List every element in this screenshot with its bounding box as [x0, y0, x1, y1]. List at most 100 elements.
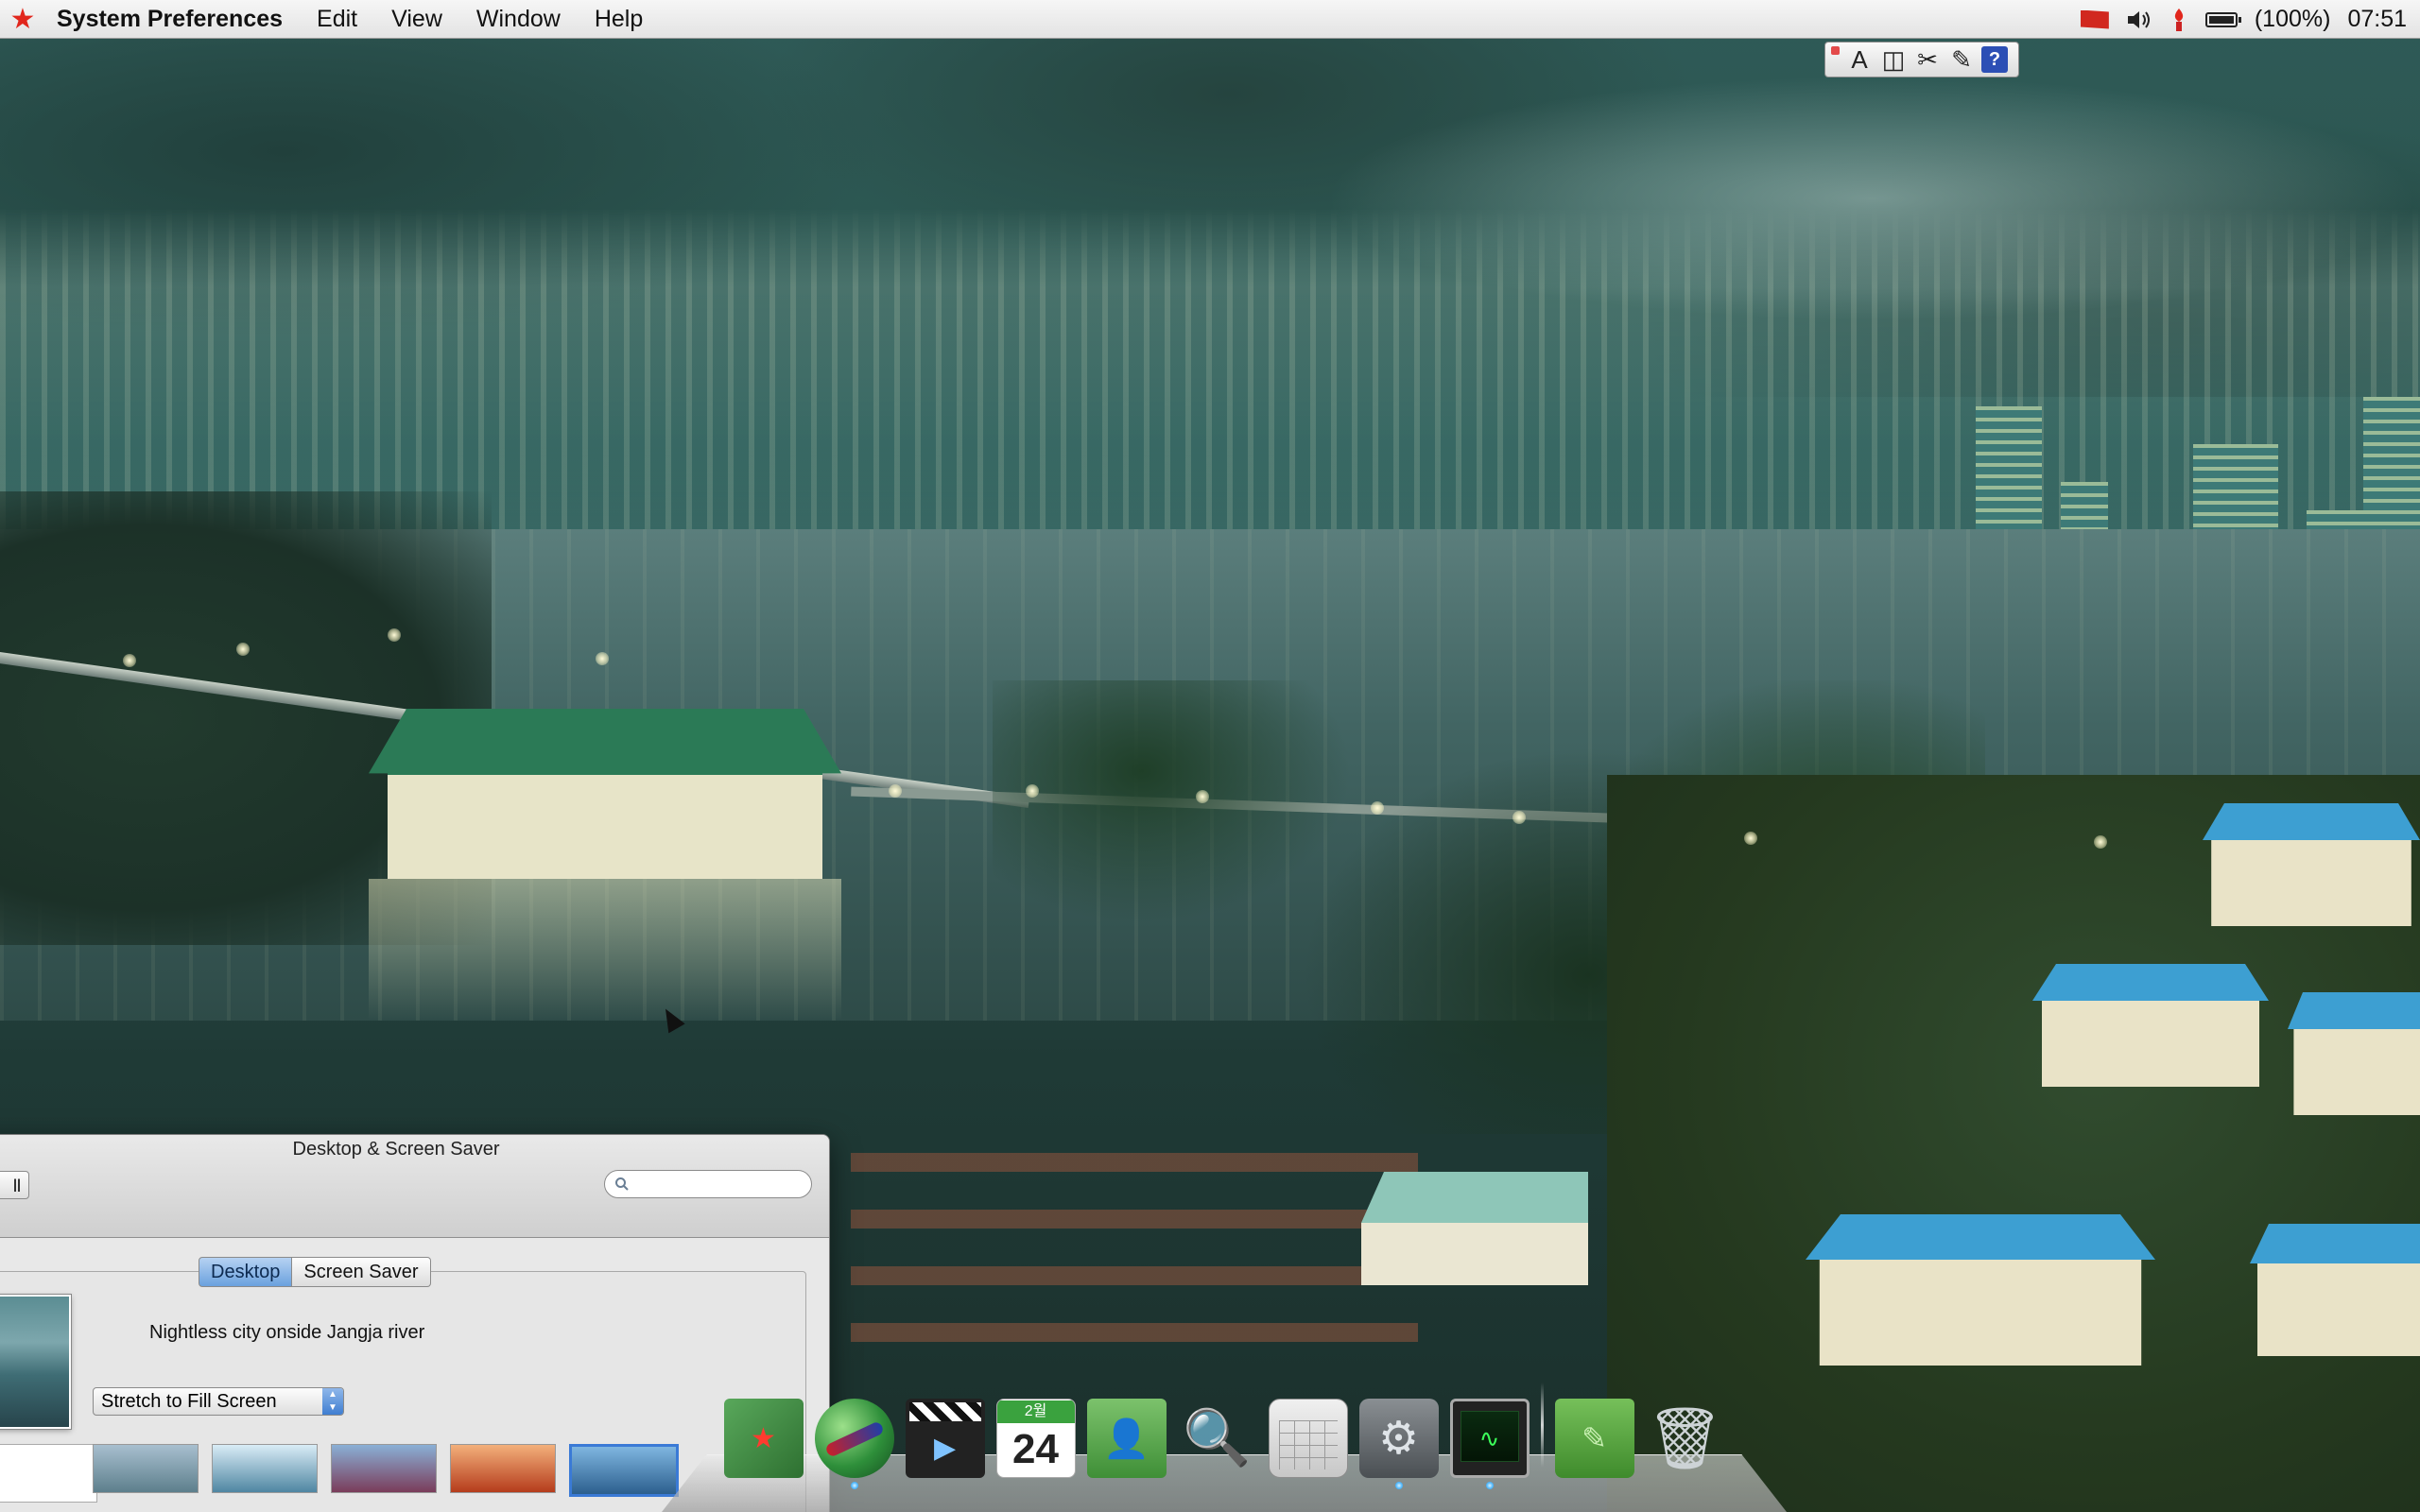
window-titlebar[interactable]: Desktop & Screen Saver ll	[0, 1135, 829, 1238]
current-picture-preview	[0, 1295, 71, 1429]
star-menu-icon[interactable]: ★	[0, 0, 45, 39]
wallpaper-pavilion-reflection	[369, 879, 841, 1021]
flag-shape	[2080, 9, 2109, 29]
dock-item-book[interactable]: ★	[723, 1387, 804, 1478]
show-all-button[interactable]: ll	[0, 1171, 29, 1199]
wallpaper-lamp	[236, 643, 250, 656]
palette-close-icon[interactable]	[1831, 46, 1840, 55]
wallpaper-lamp	[1371, 801, 1384, 815]
dock-items: ★ ▶ 2월 24 👤 🔍 ⚙ ∿ ✎ 🗑	[681, 1372, 1768, 1489]
menu-help[interactable]: Help	[578, 0, 660, 39]
wallpaper-house	[2288, 992, 2420, 1115]
search-icon	[615, 1177, 629, 1191]
wallpaper-lamp	[2094, 835, 2107, 849]
menu-bar: ★ System Preferences Edit View Window He…	[0, 0, 2420, 39]
menu-app-name[interactable]: System Preferences	[45, 0, 300, 39]
tab-group: Desktop Screen Saver	[199, 1257, 431, 1287]
torch-icon[interactable]	[2169, 7, 2188, 33]
folder-icon: ✎	[1554, 1399, 1634, 1478]
tab-screen-saver[interactable]: Screen Saver	[292, 1257, 431, 1287]
dock-separator	[1540, 1383, 1544, 1468]
trash-glyph: 🗑	[1646, 1403, 1724, 1472]
speaker-icon[interactable]	[2126, 9, 2152, 31]
menu-window[interactable]: Window	[459, 0, 578, 39]
picture-thumbnail[interactable]	[93, 1444, 199, 1493]
picture-thumbnail[interactable]	[450, 1444, 556, 1493]
play-glyph: ▶	[933, 1432, 957, 1464]
battery-icon[interactable]	[2204, 11, 2241, 27]
wallpaper-lamp	[596, 652, 609, 665]
dock-item-documents[interactable]: ✎	[1554, 1387, 1634, 1478]
wallpaper-lamp	[1512, 811, 1526, 824]
torch-glyph	[2174, 8, 2183, 31]
picture-thumbnail[interactable]	[212, 1444, 318, 1493]
star-glyph: ★	[751, 1422, 776, 1454]
menu-edit[interactable]: Edit	[300, 0, 374, 39]
character-icon[interactable]: ✂	[1913, 45, 1942, 74]
menubar-clock[interactable]: 07:51	[2347, 6, 2407, 33]
wallpaper-lamp	[889, 784, 902, 798]
dock-item-browser[interactable]	[814, 1387, 894, 1489]
dock-item-activity-monitor[interactable]: ∿	[1449, 1387, 1530, 1489]
globe-icon	[814, 1399, 894, 1478]
clapperboard-icon: ▶	[905, 1399, 985, 1478]
help-icon[interactable]: ?	[1981, 46, 2008, 73]
picture-thumbnail[interactable]	[331, 1444, 437, 1493]
fit-select-value: Stretch to Fill Screen	[101, 1390, 277, 1412]
running-indicator	[1394, 1482, 1403, 1489]
tools-icon[interactable]: ✎	[1947, 45, 1976, 74]
address-book-icon: 👤	[1086, 1399, 1167, 1478]
wallpaper-mist	[1323, 76, 2420, 321]
calendar-day: 24	[1012, 1426, 1059, 1472]
search-input[interactable]	[635, 1173, 800, 1195]
red-star-book-icon: ★	[723, 1399, 804, 1478]
wallpaper-lamp	[388, 628, 401, 642]
battery-shape	[2204, 11, 2241, 27]
speaker-glyph	[2127, 10, 2150, 28]
battery-percentage: (100%)	[2254, 6, 2331, 32]
wallpaper-docks	[851, 1153, 1418, 1361]
activity-monitor-icon: ∿	[1449, 1399, 1530, 1478]
pen-glyph: ✎	[1582, 1421, 1607, 1455]
wallpaper-house	[2032, 964, 2269, 1087]
wallpaper-house	[2250, 1224, 2420, 1356]
menu-view[interactable]: View	[374, 0, 459, 39]
fit-screen-select[interactable]: Stretch to Fill Screen ▲ ▼	[93, 1387, 344, 1416]
dock-item-trash[interactable]: 🗑	[1646, 1387, 1725, 1478]
calendar-month: 2월	[996, 1400, 1075, 1423]
tab-desktop[interactable]: Desktop	[199, 1257, 293, 1287]
search-field[interactable]	[604, 1170, 812, 1198]
status-area: (100%) 07:51	[2080, 0, 2407, 39]
window-title: Desktop & Screen Saver	[292, 1139, 500, 1160]
running-indicator	[1485, 1482, 1494, 1489]
magnifier-glyph: 🔍	[1183, 1407, 1252, 1469]
gear-tools-icon: ⚙	[1358, 1399, 1439, 1478]
dprk-flag-icon[interactable]	[2080, 9, 2109, 29]
running-indicator	[850, 1482, 858, 1489]
graph-glyph: ∿	[1478, 1423, 1500, 1452]
calendar-icon: 2월 24	[995, 1399, 1076, 1478]
dock-item-calculator[interactable]	[1268, 1387, 1348, 1478]
wallpaper-lamp	[1744, 832, 1757, 845]
wallpaper-house	[2203, 803, 2420, 926]
battery-level-fill	[2208, 15, 2234, 24]
wallpaper-pavilion	[369, 709, 841, 879]
trash-icon: 🗑	[1646, 1399, 1725, 1478]
input-palette: A ◫ ✂ ✎ ?	[1824, 42, 2019, 77]
wallpaper-house	[1806, 1214, 2155, 1366]
dock-item-movie[interactable]: ▶	[905, 1387, 985, 1478]
dock-item-contacts[interactable]: 👤	[1086, 1387, 1167, 1478]
dock-item-calendar[interactable]: 2월 24	[995, 1387, 1076, 1478]
dock: ★ ▶ 2월 24 👤 🔍 ⚙ ∿ ✎ 🗑	[662, 1372, 1787, 1512]
wallpaper-lamp	[1196, 790, 1209, 803]
wallpaper-lamp	[1026, 784, 1039, 798]
wallpaper-greenhouse	[1361, 1172, 1588, 1285]
gear-glyph: ⚙	[1377, 1414, 1420, 1464]
dock-item-preview[interactable]: 🔍	[1178, 1387, 1257, 1478]
person-glyph: 👤	[1102, 1418, 1150, 1460]
picture-source-list[interactable]	[0, 1444, 97, 1503]
panels-icon[interactable]: ◫	[1879, 45, 1908, 74]
dock-item-system-preferences[interactable]: ⚙	[1358, 1387, 1439, 1489]
font-icon[interactable]: A	[1845, 45, 1874, 74]
picture-name: Nightless city onside Jangja river	[149, 1322, 425, 1343]
